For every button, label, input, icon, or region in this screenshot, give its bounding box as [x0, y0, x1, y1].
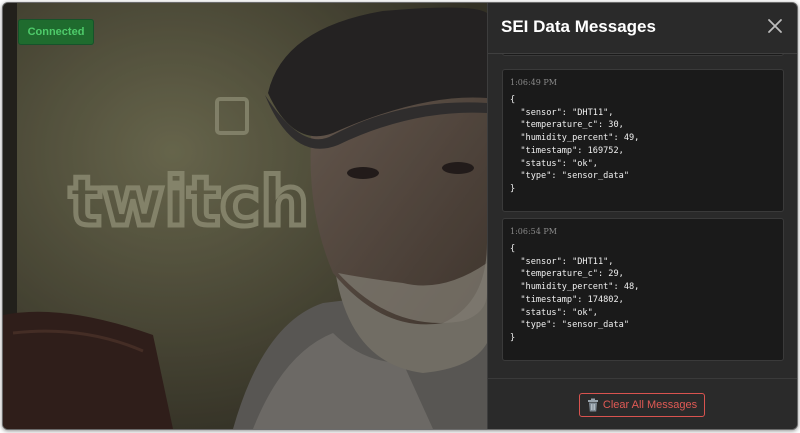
video-feed[interactable]: twitch Connected: [3, 3, 487, 429]
clear-button-label: Clear All Messages: [602, 399, 698, 411]
panel-title: SEI Data Messages: [501, 17, 656, 36]
connection-status-badge: Connected: [18, 19, 94, 45]
message-card-partial: [502, 54, 784, 56]
message-timestamp: 1:06:49 PM: [510, 78, 557, 87]
clear-all-messages-button[interactable]: Clear All Messages: [579, 393, 705, 417]
message-timestamp: 1:06:54 PM: [510, 227, 557, 236]
video-frame-image: twitch: [3, 3, 487, 429]
trash-icon: [587, 398, 598, 412]
close-button[interactable]: [766, 17, 784, 35]
close-icon: [768, 19, 782, 33]
panel-header: SEI Data Messages: [488, 3, 797, 54]
app-window: twitch Connected SEI Data Messages 1:06:…: [2, 2, 798, 430]
message-card: 1:06:54 PM { "sensor": "DHT11", "tempera…: [502, 218, 784, 361]
message-json: { "sensor": "DHT11", "temperature_c": 30…: [510, 95, 640, 194]
message-json: { "sensor": "DHT11", "temperature_c": 29…: [510, 244, 640, 343]
panel-footer: Clear All Messages: [488, 378, 797, 429]
message-list[interactable]: 1:06:49 PM { "sensor": "DHT11", "tempera…: [488, 54, 797, 378]
sei-messages-panel: SEI Data Messages 1:06:49 PM { "sensor":…: [487, 3, 797, 429]
message-card: 1:06:49 PM { "sensor": "DHT11", "tempera…: [502, 69, 784, 212]
